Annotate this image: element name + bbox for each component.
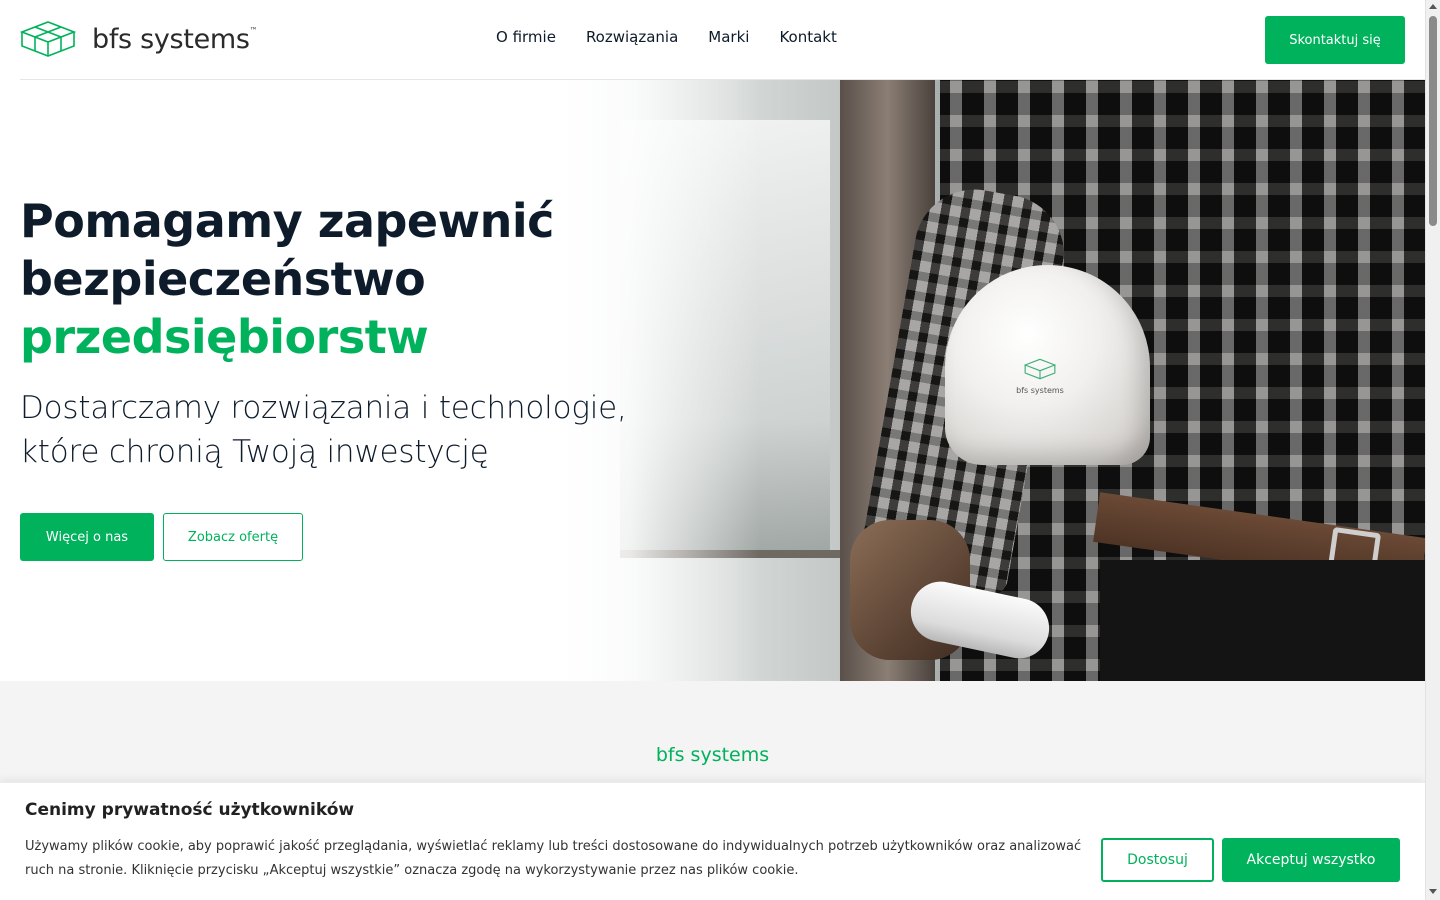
logo-text: bfs systems™	[92, 23, 258, 55]
cookie-banner: Cenimy prywatność użytkowników Używamy p…	[0, 782, 1425, 900]
see-offer-button[interactable]: Zobacz ofertę	[163, 513, 303, 561]
cube-logo-icon	[20, 21, 76, 57]
site-header: bfs systems™ O firmie Rozwiązania Marki …	[0, 0, 1425, 80]
helmet-logo-text: bfs systems	[1016, 386, 1064, 395]
contact-button[interactable]: Skontaktuj się	[1265, 16, 1405, 64]
section-eyebrow: bfs systems	[655, 744, 770, 766]
hero-title: Pomagamy zapewnić bezpieczeństwo przedsi…	[20, 192, 627, 366]
scrollbar-thumb[interactable]	[1429, 16, 1437, 226]
nav-item-kontakt[interactable]: Kontakt	[779, 28, 836, 46]
helmet-cube-icon	[1023, 358, 1057, 380]
more-about-us-button[interactable]: Więcej o nas	[20, 513, 154, 561]
nav-item-rozwiazania[interactable]: Rozwiązania	[586, 28, 678, 46]
hero-subtitle: Dostarczamy rozwiązania i technologie, k…	[20, 386, 627, 474]
hero-buttons: Więcej o nas Zobacz ofertę	[20, 513, 303, 561]
hero-text: Pomagamy zapewnić bezpieczeństwo przedsi…	[20, 192, 627, 474]
hero-image-pants	[1100, 560, 1425, 681]
page-scrollbar[interactable]	[1425, 0, 1440, 900]
hero-title-line2: bezpieczeństwo	[20, 252, 426, 306]
scroll-down-arrow-icon[interactable]	[1429, 889, 1437, 894]
hero-subtitle-line2: które chronią Twoją inwestycję	[20, 434, 489, 470]
hero-subtitle-line1: Dostarczamy rozwiązania i technologie,	[20, 390, 627, 426]
helmet-logo: bfs systems	[1010, 358, 1070, 395]
logo[interactable]: bfs systems™	[20, 20, 258, 58]
hero-image: bfs systems	[560, 80, 1425, 681]
cookie-title: Cenimy prywatność użytkowników	[25, 800, 355, 820]
scroll-up-arrow-icon[interactable]	[1429, 4, 1437, 9]
hero-section: bfs systems Pomagamy zapewnić bezpieczeń…	[0, 80, 1425, 681]
hero-title-line1: Pomagamy zapewnić	[20, 194, 554, 248]
cookie-text: Używamy plików cookie, aby poprawić jako…	[25, 839, 1082, 878]
nav-item-o-firmie[interactable]: O firmie	[496, 28, 556, 46]
cookie-customize-button[interactable]: Dostosuj	[1101, 838, 1214, 882]
nav-item-marki[interactable]: Marki	[708, 28, 749, 46]
main-nav: O firmie Rozwiązania Marki Kontakt	[496, 28, 837, 46]
cookie-accept-all-button[interactable]: Akceptuj wszystko	[1222, 838, 1400, 882]
hero-title-highlight: przedsiębiorstw	[20, 310, 429, 364]
